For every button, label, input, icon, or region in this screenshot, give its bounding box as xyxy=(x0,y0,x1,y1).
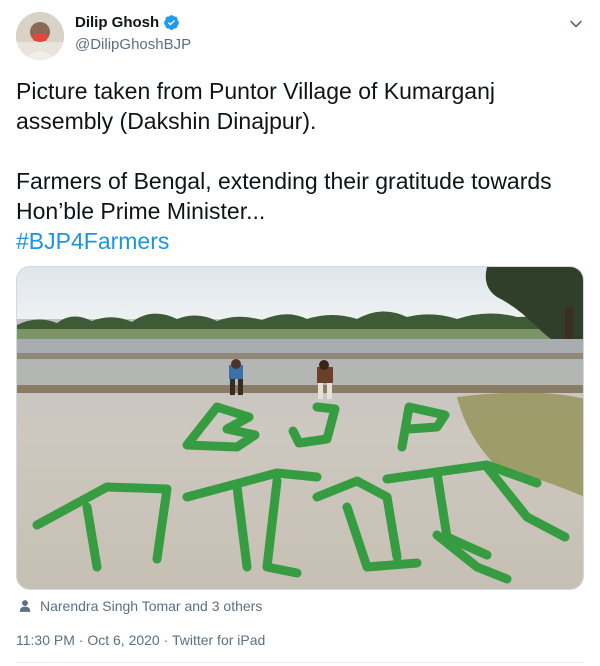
tweet-text-line: Hon’ble Prime Minister... xyxy=(16,198,266,224)
hashtag-link[interactable]: #BJP4Farmers xyxy=(16,228,169,254)
separator: · xyxy=(78,632,84,648)
verified-badge-icon xyxy=(164,15,180,30)
tweet-card: Dilip Ghosh @DilipGhoshBJP Picture taken… xyxy=(0,0,600,666)
tweet-text-line: assembly (Dakshin Dinajpur). xyxy=(16,108,317,134)
tagged-users-link[interactable]: Narendra Singh Tomar and 3 others xyxy=(40,598,262,614)
tweet-text-line: Farmers of Bengal, extending their grati… xyxy=(16,168,552,194)
tweet-text-line: Picture taken from Puntor Village of Kum… xyxy=(16,78,495,104)
tweet-photo[interactable] xyxy=(16,266,584,590)
tweet-time[interactable]: 11:30 PM xyxy=(16,632,75,648)
divider xyxy=(16,662,584,663)
tweet-source[interactable]: Twitter for iPad xyxy=(172,632,265,648)
author-display-name[interactable]: Dilip Ghosh xyxy=(75,14,159,31)
paddy-field-photo xyxy=(17,267,583,589)
tweet-metadata: 11:30 PM · Oct 6, 2020 · Twitter for iPa… xyxy=(16,632,265,648)
person-icon xyxy=(19,600,31,612)
tweet-date[interactable]: Oct 6, 2020 xyxy=(87,632,159,648)
separator: · xyxy=(163,632,169,648)
author-handle[interactable]: @DilipGhoshBJP xyxy=(75,36,191,53)
avatar[interactable] xyxy=(16,12,64,60)
chevron-down-icon[interactable] xyxy=(566,14,586,34)
avatar-image xyxy=(16,12,64,60)
tweet-text: Picture taken from Puntor Village of Kum… xyxy=(16,76,576,256)
